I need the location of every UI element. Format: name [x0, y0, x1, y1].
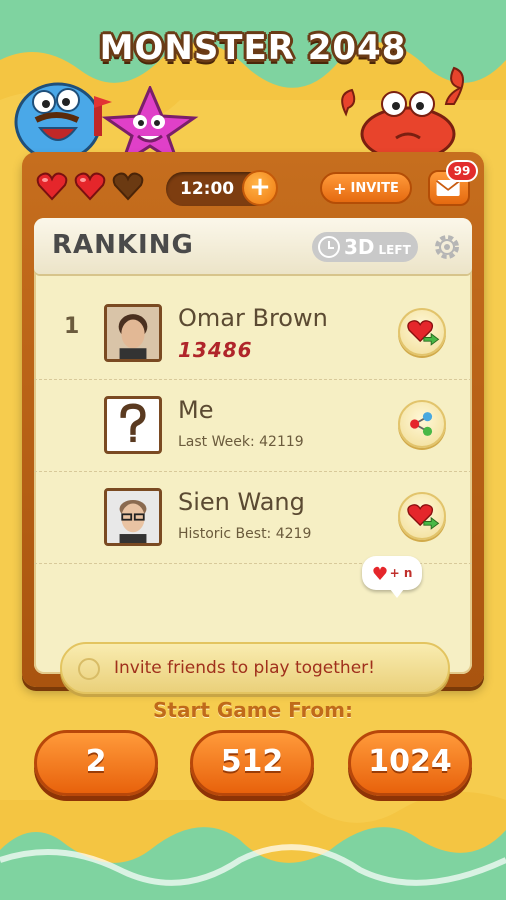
buy-lives-plus-button[interactable]: + [242, 170, 278, 206]
start-from-2-button[interactable]: 2 [34, 730, 158, 796]
ranking-list: 1 Omar Brown 13486 Me Last Week: 42119 S… [34, 288, 472, 564]
share-icon [410, 412, 433, 436]
send-heart-button[interactable] [398, 308, 446, 356]
question-mark-icon [120, 403, 146, 443]
invite-reward-text: + n [389, 566, 413, 580]
game-title: MONSTER 2048 [99, 28, 407, 68]
ranking-title: RANKING [52, 230, 194, 260]
red-crab-monster-mascot [341, 66, 464, 160]
days-left-value: 3D [344, 235, 375, 259]
timer-text: 12:00 [180, 179, 235, 199]
player-name: Sien Wang [178, 488, 305, 516]
heart-full-icon [74, 172, 106, 201]
ranking-row: Sien Wang Historic Best: 4219 [34, 472, 472, 564]
start-from-512-button[interactable]: 512 [190, 730, 314, 796]
invite-button-label: INVITE [350, 180, 399, 196]
player-name: Omar Brown [178, 304, 328, 332]
mail-count-badge: 99 [446, 160, 478, 182]
player-score: 13486 [178, 338, 253, 362]
plus-icon: + [333, 178, 347, 198]
lives-hearts [36, 170, 144, 202]
rank-number: 1 [64, 314, 80, 339]
avatar [104, 304, 162, 362]
ranking-content: RANKING 3D LEFT 1 Omar Brown 13486 Me La… [34, 218, 472, 694]
share-button[interactable] [398, 400, 446, 448]
heart-full-icon [36, 172, 68, 201]
heart-empty-icon [112, 172, 144, 201]
ranking-row: Me Last Week: 42119 [34, 380, 472, 472]
invite-reward-bubble: + n [362, 556, 422, 598]
gear-icon[interactable] [432, 232, 462, 262]
invite-radio-icon [78, 658, 100, 680]
historic-best-score: Historic Best: 4219 [178, 526, 312, 542]
ranking-row: 1 Omar Brown 13486 [34, 288, 472, 380]
send-heart-button[interactable] [398, 492, 446, 540]
player-name: Me [178, 396, 214, 424]
invite-friends-text: Invite friends to play together! [114, 658, 375, 678]
send-heart-icon [407, 504, 440, 530]
start-from-1024-button[interactable]: 1024 [348, 730, 472, 796]
invite-button[interactable]: + INVITE [320, 172, 412, 204]
days-left-badge: 3D LEFT [312, 232, 418, 262]
send-heart-icon [407, 320, 440, 346]
last-week-score: Last Week: 42119 [178, 434, 304, 450]
ranking-header: RANKING 3D LEFT [34, 218, 472, 274]
start-game-label: Start Game From: [153, 698, 353, 722]
avatar [104, 488, 162, 546]
days-left-suffix: LEFT [378, 242, 411, 257]
invite-friends-bar[interactable]: Invite friends to play together! [60, 642, 450, 694]
heart-icon [372, 566, 387, 580]
life-timer: 12:00 + [166, 170, 278, 206]
ranking-panel: 12:00 + + INVITE 99 RANKING 3D LEFT 1 Om… [22, 152, 484, 694]
avatar-placeholder [104, 396, 162, 454]
clock-icon [318, 236, 340, 258]
